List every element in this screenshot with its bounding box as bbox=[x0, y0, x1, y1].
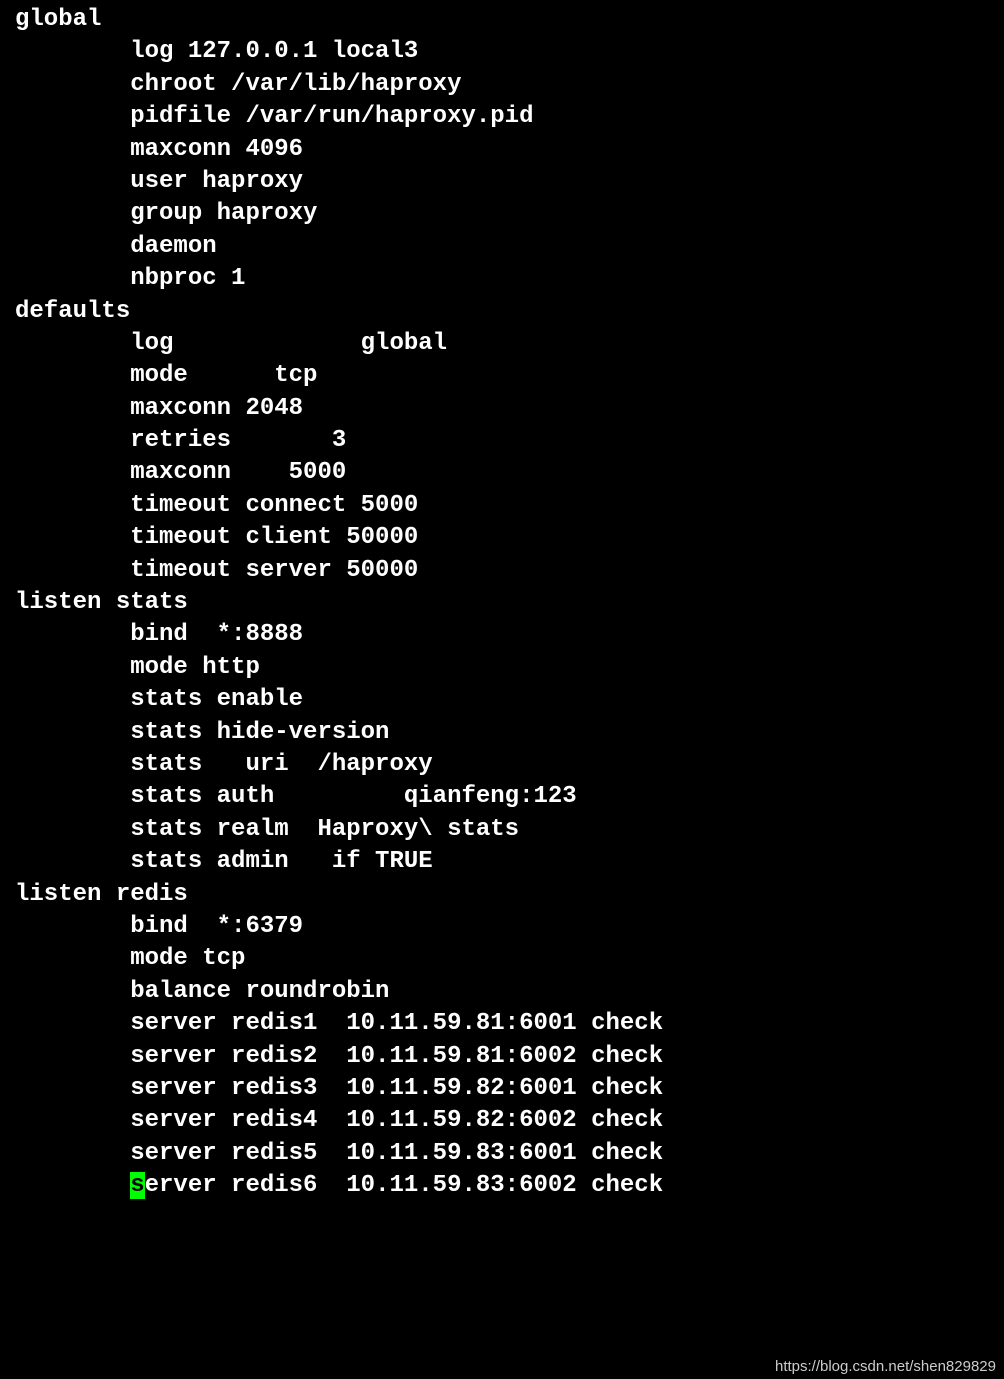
config-line: chroot /var/lib/haproxy bbox=[0, 69, 1004, 101]
config-line: log global bbox=[0, 328, 1004, 360]
config-line: timeout client 50000 bbox=[0, 522, 1004, 554]
config-line: bind *:6379 bbox=[0, 911, 1004, 943]
config-line: bind *:8888 bbox=[0, 619, 1004, 651]
config-line: mode tcp bbox=[0, 943, 1004, 975]
config-line: server redis4 10.11.59.82:6002 check bbox=[0, 1105, 1004, 1137]
config-line: maxconn 2048 bbox=[0, 393, 1004, 425]
config-line: pidfile /var/run/haproxy.pid bbox=[0, 101, 1004, 133]
config-line: stats auth qianfeng:123 bbox=[0, 781, 1004, 813]
watermark-text: https://blog.csdn.net/shen829829 bbox=[775, 1357, 996, 1377]
config-line: defaults bbox=[0, 296, 1004, 328]
config-line: server redis5 10.11.59.83:6001 check bbox=[0, 1138, 1004, 1170]
config-line: group haproxy bbox=[0, 198, 1004, 230]
config-line: timeout server 50000 bbox=[0, 555, 1004, 587]
config-line: listen redis bbox=[0, 879, 1004, 911]
config-line: nbproc 1 bbox=[0, 263, 1004, 295]
config-line: log 127.0.0.1 local3 bbox=[0, 36, 1004, 68]
config-line-cursor: server redis6 10.11.59.83:6002 check bbox=[0, 1170, 1004, 1202]
config-line: stats uri /haproxy bbox=[0, 749, 1004, 781]
config-line: server redis1 10.11.59.81:6001 check bbox=[0, 1008, 1004, 1040]
config-line: mode tcp bbox=[0, 360, 1004, 392]
config-line: daemon bbox=[0, 231, 1004, 263]
config-line: timeout connect 5000 bbox=[0, 490, 1004, 522]
config-line: maxconn 5000 bbox=[0, 457, 1004, 489]
config-line: global bbox=[0, 4, 1004, 36]
config-line: server redis3 10.11.59.82:6001 check bbox=[0, 1073, 1004, 1105]
config-line: retries 3 bbox=[0, 425, 1004, 457]
config-line: stats enable bbox=[0, 684, 1004, 716]
terminal-cursor: s bbox=[130, 1172, 144, 1199]
config-line: user haproxy bbox=[0, 166, 1004, 198]
config-line: balance roundrobin bbox=[0, 976, 1004, 1008]
terminal-output: global log 127.0.0.1 local3 chroot /var/… bbox=[0, 4, 1004, 1202]
config-line: maxconn 4096 bbox=[0, 134, 1004, 166]
config-line: stats admin if TRUE bbox=[0, 846, 1004, 878]
config-line: stats realm Haproxy\ stats bbox=[0, 814, 1004, 846]
config-line: stats hide-version bbox=[0, 717, 1004, 749]
config-line: listen stats bbox=[0, 587, 1004, 619]
config-line: server redis2 10.11.59.81:6002 check bbox=[0, 1041, 1004, 1073]
config-line: mode http bbox=[0, 652, 1004, 684]
